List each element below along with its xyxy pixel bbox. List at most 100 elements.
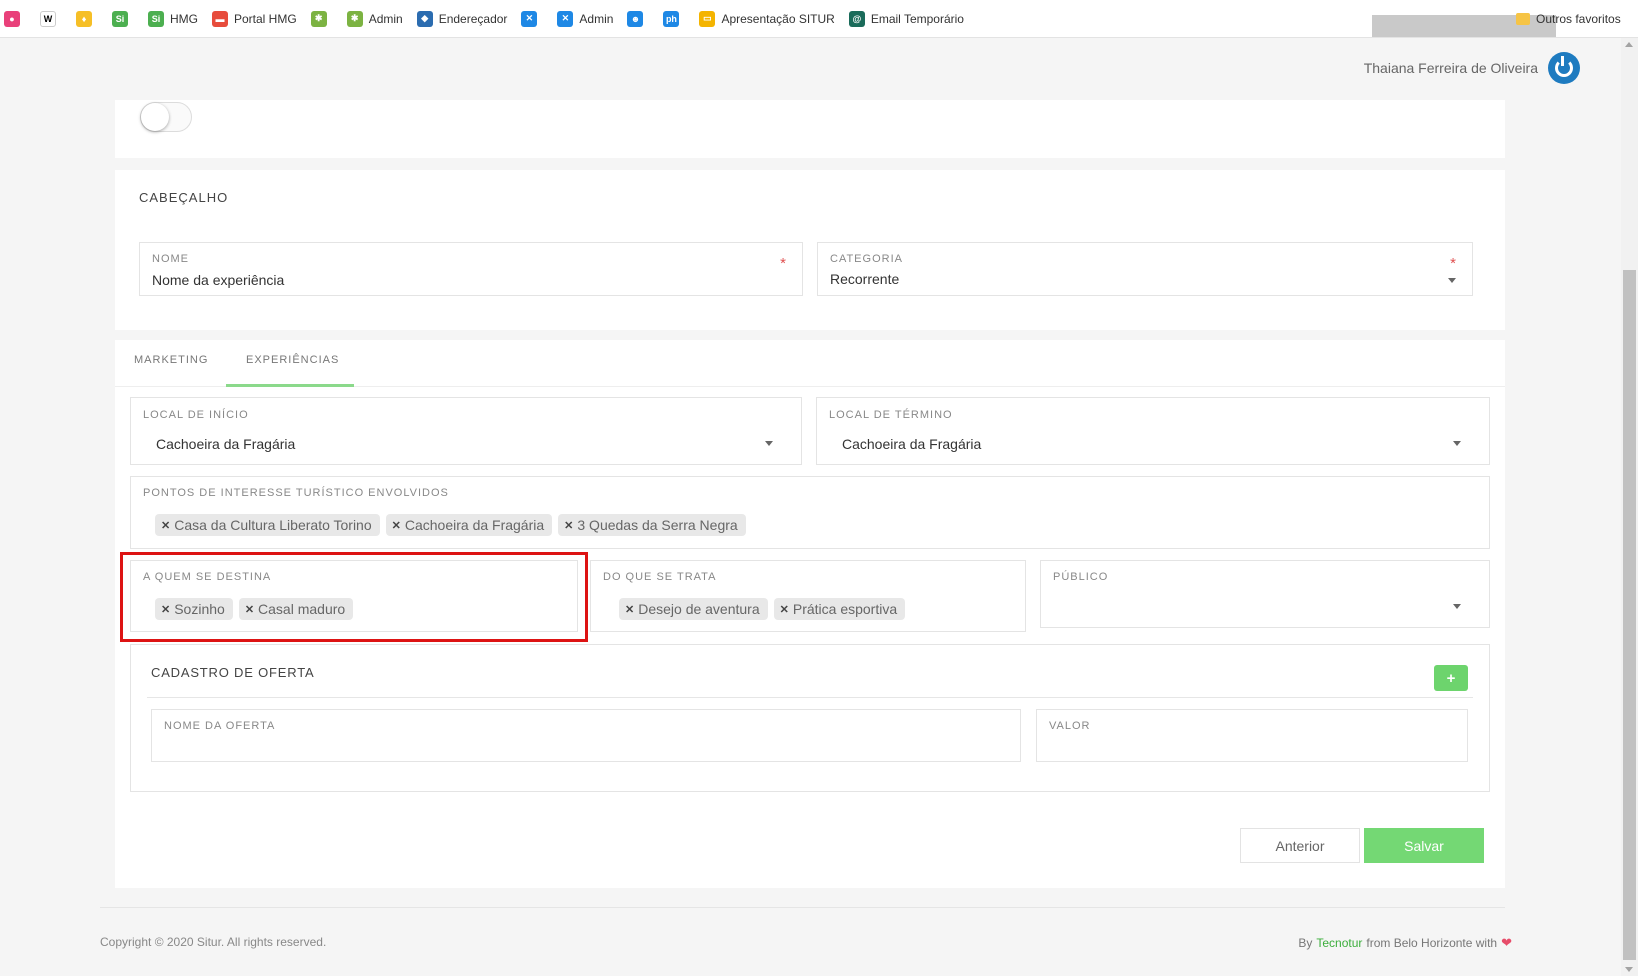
- toggle-knob: [141, 103, 169, 131]
- top-card: [115, 100, 1505, 158]
- publico-select[interactable]: PÚBLICO: [1040, 560, 1490, 628]
- si-icon: Si: [112, 10, 128, 27]
- scroll-up-icon[interactable]: [1625, 42, 1633, 47]
- chip-cachoeira-fragaria[interactable]: ✕ Cachoeira da Fragária: [385, 514, 553, 536]
- keep-icon: ♦: [76, 10, 92, 27]
- bookmark-item[interactable]: @ Email Temporário: [848, 10, 964, 27]
- nome-field[interactable]: NOME Nome da experiência *: [139, 242, 803, 296]
- chip-label: Desejo de aventura: [638, 601, 760, 617]
- bookmark-item[interactable]: ✕: [521, 10, 543, 27]
- power-icon: [1555, 56, 1573, 77]
- nome-label: NOME: [152, 253, 189, 265]
- bookmark-folder-label: Outros favoritos: [1536, 12, 1621, 26]
- scroll-down-icon[interactable]: [1625, 967, 1633, 972]
- bookmark-item[interactable]: Si: [112, 10, 134, 27]
- local-inicio-select[interactable]: LOCAL DE INÍCIO Cachoeira da Fragária: [130, 397, 802, 465]
- salvar-button[interactable]: Salvar: [1364, 828, 1484, 863]
- remove-icon[interactable]: ✕: [392, 519, 401, 532]
- bookmark-label: Endereçador: [438, 11, 508, 26]
- folder-icon: [1516, 13, 1530, 25]
- page-scrollbar[interactable]: [1621, 38, 1638, 976]
- tab-marketing[interactable]: MARKETING: [134, 354, 208, 366]
- local-termino-select[interactable]: LOCAL DE TÉRMINO Cachoeira da Fragária: [816, 397, 1490, 465]
- chip-label: Casa da Cultura Liberato Torino: [174, 517, 372, 533]
- tecnotur-link[interactable]: Tecnotur: [1316, 936, 1362, 950]
- bookmark-item[interactable]: ▬ Portal HMG: [212, 10, 297, 27]
- bookmark-folder-other[interactable]: Outros favoritos: [1516, 12, 1621, 26]
- oferta-title: CADASTRO DE OFERTA: [151, 665, 315, 680]
- bookmark-item[interactable]: ✱: [310, 10, 333, 27]
- bookmark-item[interactable]: ✱ Admin: [346, 10, 403, 27]
- required-mark: *: [780, 255, 786, 272]
- chevron-down-icon: [1453, 604, 1461, 609]
- bookmark-label: HMG: [170, 11, 198, 26]
- add-oferta-button[interactable]: +: [1434, 665, 1468, 691]
- remove-icon[interactable]: ✕: [161, 519, 170, 532]
- remove-icon[interactable]: ✕: [564, 519, 573, 532]
- remove-icon[interactable]: ✕: [780, 603, 789, 616]
- pontos-label: PONTOS DE INTERESSE TURÍSTICO ENVOLVIDOS: [143, 487, 449, 499]
- nome-oferta-field[interactable]: NOME DA OFERTA: [151, 709, 1021, 762]
- heart-icon: ❤: [1501, 935, 1512, 950]
- local-termino-label: LOCAL DE TÉRMINO: [829, 409, 953, 421]
- header-card: CABEÇALHO NOME Nome da experiência * CAT…: [115, 170, 1505, 330]
- bookmark-item[interactable]: Si HMG: [148, 10, 198, 27]
- tab-active-indicator: [226, 384, 354, 387]
- bookmark-item[interactable]: W: [40, 10, 62, 27]
- valor-label: VALOR: [1049, 720, 1091, 732]
- anterior-button[interactable]: Anterior: [1240, 828, 1360, 863]
- chip-label: Cachoeira da Fragária: [404, 517, 545, 533]
- local-inicio-label: LOCAL DE INÍCIO: [143, 409, 249, 421]
- bookmark-item[interactable]: ◆ Endereçador: [416, 10, 508, 27]
- pink-circle-icon: ●: [4, 10, 20, 27]
- remove-icon[interactable]: ✕: [625, 603, 634, 616]
- section-title-cabecalho: CABEÇALHO: [139, 190, 229, 205]
- logout-button[interactable]: [1548, 52, 1580, 84]
- chip-label: Prática esportiva: [792, 601, 898, 617]
- admin-x-icon: ✕: [557, 10, 574, 27]
- from-text: from Belo Horizonte with: [1366, 936, 1498, 950]
- publico-label: PÚBLICO: [1053, 571, 1109, 583]
- user-menu: Thaiana Ferreira de Oliveira: [1364, 52, 1580, 84]
- portal-icon: ▬: [212, 10, 228, 27]
- status-toggle[interactable]: [140, 102, 192, 132]
- bookmark-item[interactable]: ph: [663, 10, 685, 27]
- slides-icon: ▭: [699, 10, 716, 27]
- chip-label: 3 Quedas da Serra Negra: [577, 517, 738, 533]
- chip-3-quedas[interactable]: ✕ 3 Quedas da Serra Negra: [558, 514, 746, 536]
- bookmark-label: Apresentação SITUR: [721, 11, 835, 26]
- local-inicio-value: Cachoeira da Fragária: [156, 436, 296, 452]
- do-que-chips: ✕ Desejo de aventura ✕ Prática esportiva: [619, 598, 906, 620]
- bookmark-item[interactable]: ✕ Admin: [557, 10, 613, 27]
- copyright-text: Copyright © 2020 Situr. All rights reser…: [100, 935, 327, 949]
- valor-field[interactable]: VALOR: [1036, 709, 1468, 762]
- admin-x-icon: ✕: [521, 10, 538, 27]
- user-name: Thaiana Ferreira de Oliveira: [1363, 60, 1538, 76]
- bookmark-item[interactable]: ●: [4, 10, 26, 27]
- admin-star-icon: ✱: [310, 10, 327, 27]
- bookmark-item[interactable]: ♦: [76, 10, 98, 27]
- footer-divider: [100, 907, 1505, 908]
- do-que-label: DO QUE SE TRATA: [603, 571, 717, 583]
- bookmark-item[interactable]: ▭ Apresentação SITUR: [699, 10, 835, 27]
- chip-desejo-aventura[interactable]: ✕ Desejo de aventura: [619, 598, 768, 620]
- si-icon: Si: [148, 10, 164, 27]
- required-mark: *: [1450, 255, 1456, 272]
- scroll-thumb[interactable]: [1623, 270, 1636, 960]
- chip-pratica-esportiva[interactable]: ✕ Prática esportiva: [773, 598, 906, 620]
- bookmark-label: Admin: [368, 11, 403, 26]
- ph-icon: ph: [663, 10, 680, 27]
- chevron-down-icon: [765, 441, 773, 446]
- nome-oferta-label: NOME DA OFERTA: [164, 720, 276, 732]
- do-que-se-trata-field[interactable]: DO QUE SE TRATA ✕ Desejo de aventura ✕ Prá…: [590, 560, 1026, 632]
- categoria-label: CATEGORIA: [830, 253, 903, 265]
- bookmark-item[interactable]: ☻: [627, 10, 649, 27]
- pontos-interesse-field[interactable]: PONTOS DE INTERESSE TURÍSTICO ENVOLVIDOS…: [130, 476, 1490, 549]
- tab-experiencias[interactable]: EXPERIÊNCIAS: [246, 354, 339, 366]
- highlight-box: [120, 552, 588, 642]
- chip-casa-cultura[interactable]: ✕ Casa da Cultura Liberato Torino: [155, 514, 380, 536]
- nome-value: Nome da experiência: [152, 272, 285, 288]
- categoria-select[interactable]: CATEGORIA Recorrente *: [817, 242, 1473, 296]
- local-termino-value: Cachoeira da Fragária: [842, 436, 982, 452]
- bookmark-label: Email Temporário: [870, 11, 964, 26]
